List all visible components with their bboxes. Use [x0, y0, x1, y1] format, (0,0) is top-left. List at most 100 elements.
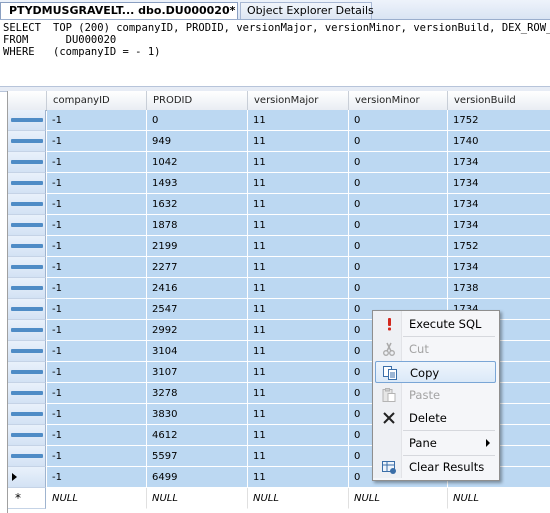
cell-companyid[interactable]: -1 [47, 257, 147, 278]
cell-companyid[interactable]: -1 [47, 341, 147, 362]
cell-companyid[interactable]: -1 [47, 278, 147, 299]
cell-prodid[interactable]: 1878 [147, 215, 248, 236]
cell-companyid[interactable]: -1 [47, 131, 147, 152]
table-row[interactable]: -1 2416 11 0 1738 [8, 278, 550, 299]
cell-prodid[interactable]: 1493 [147, 173, 248, 194]
grid-corner[interactable] [8, 91, 47, 110]
cell-versionmajor[interactable]: 11 [248, 341, 349, 362]
row-selector[interactable] [8, 215, 46, 236]
cell-companyid[interactable]: -1 [47, 404, 147, 425]
column-header-prodid[interactable]: PRODID [147, 91, 248, 110]
cell-versionminor[interactable]: 0 [349, 278, 448, 299]
cell-versionmajor[interactable]: 11 [248, 215, 349, 236]
cell-prodid[interactable]: 4612 [147, 425, 248, 446]
cell-versionmajor[interactable]: 11 [248, 446, 349, 467]
cell-versionminor[interactable]: 0 [349, 110, 448, 131]
menu-item-delete[interactable]: Delete [375, 407, 496, 429]
row-selector[interactable] [8, 110, 46, 131]
row-selector[interactable] [8, 446, 46, 467]
row-selector[interactable] [8, 362, 46, 383]
row-selector[interactable] [8, 131, 46, 152]
cell-prodid[interactable]: 2199 [147, 236, 248, 257]
cell-companyid[interactable]: -1 [47, 320, 147, 341]
table-row[interactable]: -1 1042 11 0 1734 [8, 152, 550, 173]
table-row[interactable]: -1 2277 11 0 1734 [8, 257, 550, 278]
cell-versionminor[interactable]: NULL [349, 488, 448, 509]
cell-versionminor[interactable]: 0 [349, 236, 448, 257]
tab-query-designer[interactable]: PTYDMUSGRAVELT... dbo.DU000020* [0, 2, 238, 19]
cell-versionmajor[interactable]: 11 [248, 236, 349, 257]
cell-prodid[interactable]: 1042 [147, 152, 248, 173]
menu-item-execute-sql[interactable]: Execute SQL [375, 313, 496, 335]
table-row[interactable]: -1 1632 11 0 1734 [8, 194, 550, 215]
table-row[interactable]: -1 2199 11 0 1752 [8, 236, 550, 257]
cell-versionminor[interactable]: 0 [349, 257, 448, 278]
row-selector[interactable] [8, 320, 46, 341]
row-selector[interactable] [8, 404, 46, 425]
row-selector[interactable] [8, 299, 46, 320]
cell-prodid[interactable]: 2992 [147, 320, 248, 341]
cell-versionmajor[interactable]: 11 [248, 110, 349, 131]
menu-item-clear-results[interactable]: Clear Results [375, 456, 496, 478]
table-row[interactable]: -1 949 11 0 1740 [8, 131, 550, 152]
menu-item-copy[interactable]: Copy [375, 361, 496, 383]
cell-prodid[interactable]: 6499 [147, 467, 248, 488]
cell-companyid[interactable]: NULL [47, 488, 147, 509]
cell-prodid[interactable]: NULL [147, 488, 248, 509]
cell-prodid[interactable]: 3107 [147, 362, 248, 383]
column-header-versionbuild[interactable]: versionBuild [448, 91, 550, 110]
cell-prodid[interactable]: 3830 [147, 404, 248, 425]
row-selector[interactable] [8, 341, 46, 362]
new-row[interactable]: * NULL NULL NULL NULL NULL [8, 488, 550, 509]
cell-companyid[interactable]: -1 [47, 194, 147, 215]
table-row[interactable]: -1 1493 11 0 1734 [8, 173, 550, 194]
cell-versionbuild[interactable]: 1740 [448, 131, 550, 152]
cell-versionbuild[interactable]: 1734 [448, 173, 550, 194]
row-selector[interactable] [8, 278, 46, 299]
cell-versionmajor[interactable]: 11 [248, 152, 349, 173]
cell-prodid[interactable]: 2416 [147, 278, 248, 299]
cell-versionbuild[interactable]: 1752 [448, 110, 550, 131]
sql-pane[interactable]: SELECT TOP (200) companyID, PRODID, vers… [3, 22, 550, 86]
cell-versionmajor[interactable]: 11 [248, 320, 349, 341]
menu-item-cut[interactable]: Cut [375, 338, 496, 360]
cell-companyid[interactable]: -1 [47, 446, 147, 467]
row-selector[interactable] [8, 383, 46, 404]
cell-prodid[interactable]: 2547 [147, 299, 248, 320]
menu-item-paste[interactable]: Paste [375, 384, 496, 406]
cell-prodid[interactable]: 0 [147, 110, 248, 131]
menu-item-pane[interactable]: Pane [375, 432, 496, 454]
cell-versionmajor[interactable]: 11 [248, 383, 349, 404]
cell-companyid[interactable]: -1 [47, 425, 147, 446]
row-selector[interactable] [8, 425, 46, 446]
tab-object-explorer-details[interactable]: Object Explorer Details [240, 2, 374, 19]
column-header-companyid[interactable]: companyID [47, 91, 147, 110]
cell-versionmajor[interactable]: 11 [248, 362, 349, 383]
cell-companyid[interactable]: -1 [47, 467, 147, 488]
cell-versionminor[interactable]: 0 [349, 152, 448, 173]
cell-companyid[interactable]: -1 [47, 152, 147, 173]
cell-companyid[interactable]: -1 [47, 215, 147, 236]
cell-versionmajor[interactable]: 11 [248, 194, 349, 215]
row-selector[interactable] [8, 194, 46, 215]
row-selector[interactable] [8, 152, 46, 173]
cell-companyid[interactable]: -1 [47, 236, 147, 257]
cell-companyid[interactable]: -1 [47, 299, 147, 320]
cell-prodid[interactable]: 5597 [147, 446, 248, 467]
column-header-versionmajor[interactable]: versionMajor [248, 91, 349, 110]
cell-prodid[interactable]: 1632 [147, 194, 248, 215]
cell-prodid[interactable]: 949 [147, 131, 248, 152]
cell-companyid[interactable]: -1 [47, 362, 147, 383]
cell-versionmajor[interactable]: 11 [248, 173, 349, 194]
cell-versionbuild[interactable]: 1752 [448, 236, 550, 257]
cell-versionbuild[interactable]: NULL [448, 488, 550, 509]
cell-versionbuild[interactable]: 1734 [448, 215, 550, 236]
cell-versionbuild[interactable]: 1734 [448, 194, 550, 215]
cell-versionbuild[interactable]: 1738 [448, 278, 550, 299]
cell-versionminor[interactable]: 0 [349, 173, 448, 194]
cell-versionmajor[interactable]: 11 [248, 425, 349, 446]
cell-versionmajor[interactable]: NULL [248, 488, 349, 509]
cell-versionmajor[interactable]: 11 [248, 299, 349, 320]
row-selector[interactable] [8, 236, 46, 257]
cell-prodid[interactable]: 2277 [147, 257, 248, 278]
